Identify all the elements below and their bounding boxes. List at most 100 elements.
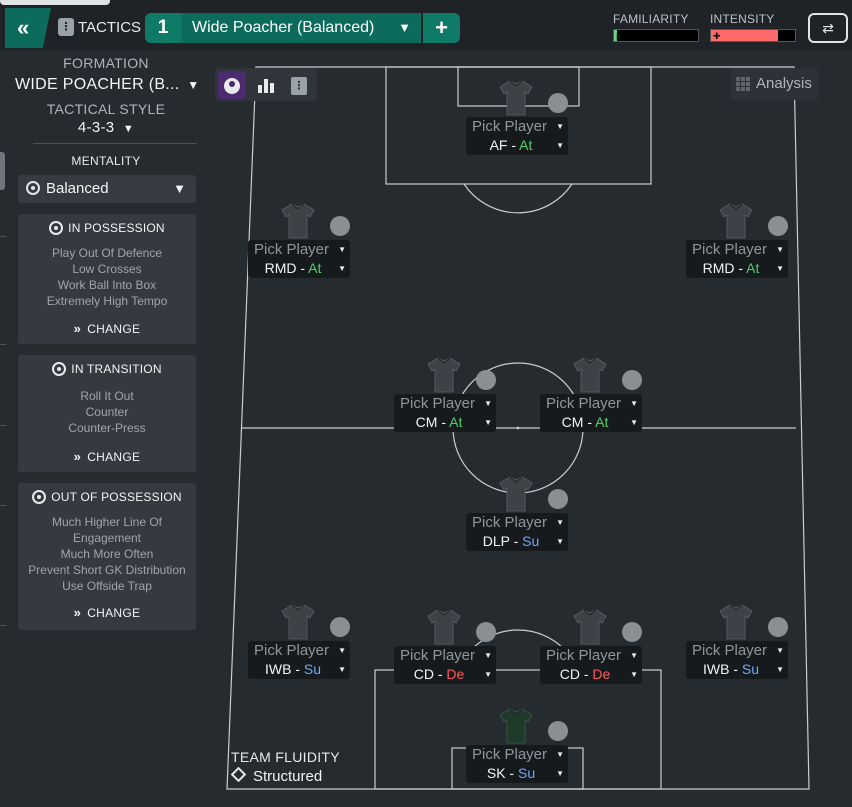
role-duty-label: SK - Su: [486, 765, 536, 781]
duty-name: At: [746, 260, 760, 276]
player-view-button[interactable]: [218, 71, 246, 99]
pick-player-dropdown[interactable]: Pick Player ▼ DLP - Su ▼: [466, 513, 568, 551]
in-possession-change-button[interactable]: » CHANGE: [18, 321, 196, 336]
bar-chart-icon: [258, 78, 274, 93]
shirt-icon[interactable]: [427, 356, 461, 394]
swap-button[interactable]: ⇄: [808, 13, 848, 43]
add-player-dot-icon[interactable]: [548, 489, 568, 509]
pick-player-dropdown[interactable]: Pick Player ▼ CD - De ▼: [540, 646, 642, 684]
add-player-dot-icon[interactable]: [768, 216, 788, 236]
shirt-icon[interactable]: [719, 202, 753, 240]
role-name: DLP: [482, 533, 510, 549]
add-player-dot-icon[interactable]: [330, 617, 350, 637]
pick-player-label: Pick Player: [546, 647, 622, 664]
in-possession-title: IN POSSESSION: [68, 221, 165, 235]
duty-name: Su: [741, 661, 760, 677]
add-player-dot-icon[interactable]: [622, 370, 642, 390]
pick-player-label: Pick Player: [400, 395, 476, 412]
pick-player-dropdown[interactable]: Pick Player ▼ CM - At ▼: [540, 394, 642, 432]
side-scroll-handle[interactable]: [0, 152, 5, 190]
in-transition-change-button[interactable]: » CHANGE: [18, 449, 196, 464]
intensity-meter[interactable]: ✚: [710, 29, 796, 42]
shirt-icon[interactable]: [573, 356, 607, 394]
caret-down-icon: ▼: [630, 399, 638, 408]
shirt-icon[interactable]: [499, 707, 533, 745]
tactical-style-selector[interactable]: 4-3-3 ▼: [15, 119, 197, 136]
add-player-dot-icon[interactable]: [476, 622, 496, 642]
pick-player-dropdown[interactable]: Pick Player ▼ AF - At ▼: [466, 117, 568, 155]
formation-selector[interactable]: WIDE POACHER (B... ▼: [15, 76, 197, 94]
player-slot-sk[interactable]: Pick Player ▼ SK - Su ▼: [466, 707, 568, 787]
swap-arrows-icon: ⇄: [822, 20, 834, 36]
pick-player-dropdown[interactable]: Pick Player ▼ RMD - At ▼: [248, 240, 350, 278]
mentality-selector[interactable]: Balanced ▼: [18, 175, 196, 203]
role-name: CD: [413, 666, 434, 682]
player-slot-cm[interactable]: Pick Player ▼ CM - At ▼: [540, 356, 642, 436]
role-name: CD: [559, 666, 580, 682]
duty-name: De: [592, 666, 611, 682]
player-slot-rmd[interactable]: Pick Player ▼ RMD - At ▼: [686, 202, 788, 282]
caret-down-icon: ▼: [484, 651, 492, 660]
instruction-item: Work Ball Into Box: [57, 278, 157, 292]
add-player-dot-icon[interactable]: [548, 721, 568, 741]
add-player-dot-icon[interactable]: [768, 617, 788, 637]
chevron-down-icon: ▼: [187, 78, 197, 92]
double-chevron-right-icon: »: [73, 605, 82, 620]
role-duty-label: CM - At: [415, 414, 463, 430]
team-fluidity-value[interactable]: Structured: [230, 766, 322, 785]
pick-player-dropdown[interactable]: Pick Player ▼ CD - De ▼: [394, 646, 496, 684]
tactics-screen: « ⋮ TACTICS 1 Wide Poacher (Balanced) ▼ …: [0, 0, 852, 807]
tactic-view-button[interactable]: ⋮: [285, 71, 313, 99]
add-player-dot-icon[interactable]: [476, 370, 496, 390]
role-name: RMD: [264, 260, 297, 276]
out-of-possession-change-button[interactable]: » CHANGE: [18, 605, 196, 620]
add-player-dot-icon[interactable]: [548, 93, 568, 113]
role-name: CM: [415, 414, 438, 430]
shirt-icon[interactable]: [719, 603, 753, 641]
pick-player-label: Pick Player: [692, 241, 768, 258]
pick-player-dropdown[interactable]: Pick Player ▼ IWB - Su ▼: [686, 641, 788, 679]
role-duty-label: RMD - At: [702, 260, 760, 276]
duty-name: At: [519, 137, 533, 153]
pick-player-label: Pick Player: [472, 118, 548, 135]
player-slot-cd[interactable]: Pick Player ▼ CD - De ▼: [540, 608, 642, 688]
view-toggle: ⋮: [215, 68, 317, 101]
instruction-item: Counter: [85, 405, 129, 419]
familiarity-meter[interactable]: ▮: [613, 29, 699, 42]
shirt-icon[interactable]: [573, 608, 607, 646]
player-slot-af[interactable]: Pick Player ▼ AF - At ▼: [466, 79, 568, 159]
top-penalty-arc: [463, 183, 573, 214]
shirt-icon[interactable]: [499, 79, 533, 117]
pitch: [213, 60, 835, 795]
player-slot-cd[interactable]: Pick Player ▼ CD - De ▼: [394, 608, 496, 688]
add-tactic-button[interactable]: +: [423, 13, 460, 43]
tactic-selector[interactable]: Wide Poacher (Balanced) ▼: [181, 13, 421, 43]
player-slot-rmd[interactable]: Pick Player ▼ RMD - At ▼: [248, 202, 350, 282]
shirt-icon[interactable]: [427, 608, 461, 646]
analysis-button[interactable]: Analysis: [730, 68, 818, 100]
shirt-icon[interactable]: [281, 202, 315, 240]
instruction-item: Play Out Of Defence: [51, 246, 163, 260]
back-button[interactable]: «: [5, 8, 51, 48]
instruction-item: Extremely High Tempo: [46, 294, 168, 308]
pitch-lines: [226, 66, 810, 790]
shirt-icon[interactable]: [281, 603, 315, 641]
formation-label: FORMATION: [63, 55, 149, 71]
player-slot-iwb[interactable]: Pick Player ▼ IWB - Su ▼: [248, 603, 350, 683]
pick-player-dropdown[interactable]: Pick Player ▼ RMD - At ▼: [686, 240, 788, 278]
player-slot-iwb[interactable]: Pick Player ▼ IWB - Su ▼: [686, 603, 788, 683]
shirt-icon[interactable]: [499, 475, 533, 513]
role-duty-label: AF - At: [489, 137, 533, 153]
player-slot-cm[interactable]: Pick Player ▼ CM - At ▼: [394, 356, 496, 436]
pick-player-dropdown[interactable]: Pick Player ▼ SK - Su ▼: [466, 745, 568, 783]
pick-player-dropdown[interactable]: Pick Player ▼ CM - At ▼: [394, 394, 496, 432]
add-player-dot-icon[interactable]: [330, 216, 350, 236]
pick-player-dropdown[interactable]: Pick Player ▼ IWB - Su ▼: [248, 641, 350, 679]
player-slot-dlp[interactable]: Pick Player ▼ DLP - Su ▼: [466, 475, 568, 555]
tactic-slot-number[interactable]: 1: [145, 13, 181, 43]
tactics-sidebar: FORMATION WIDE POACHER (B... ▼ TACTICAL …: [15, 50, 197, 807]
stats-view-button[interactable]: [252, 71, 280, 99]
caret-down-icon: ▼: [556, 141, 564, 150]
add-player-dot-icon[interactable]: [622, 622, 642, 642]
role-duty-label: IWB - Su: [264, 661, 322, 677]
